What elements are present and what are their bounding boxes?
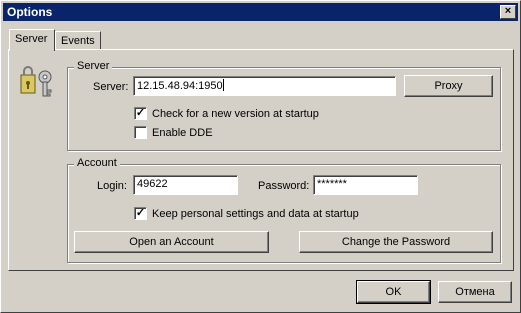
ok-button[interactable]: OK xyxy=(356,280,431,304)
server-address-value: 12.15.48.94:1950 xyxy=(137,80,223,92)
cancel-button[interactable]: Отмена xyxy=(438,281,512,303)
options-dialog: Options × Server Events Server Server: 1… xyxy=(0,0,521,313)
password-label: Password: xyxy=(258,180,310,192)
server-address-input[interactable]: 12.15.48.94:1950 xyxy=(133,76,396,96)
change-password-button[interactable]: Change the Password xyxy=(299,231,493,253)
open-account-button[interactable]: Open an Account xyxy=(74,231,269,253)
title-bar: Options × xyxy=(3,3,518,21)
login-input[interactable]: 49622 xyxy=(133,175,238,195)
lock-key-icon xyxy=(20,66,52,97)
enable-dde-checkbox[interactable] xyxy=(134,126,147,139)
close-icon: × xyxy=(504,5,512,17)
login-label: Login: xyxy=(97,180,127,192)
server-field-label: Server: xyxy=(93,81,129,93)
server-group-label: Server xyxy=(74,60,113,72)
check-version-label[interactable]: Check for a new version at startup xyxy=(152,108,319,120)
check-version-checkbox[interactable]: ✓ xyxy=(134,107,147,120)
window-title: Options xyxy=(7,5,53,19)
account-group-label: Account xyxy=(74,157,120,169)
keep-settings-label[interactable]: Keep personal settings and data at start… xyxy=(152,208,359,220)
check-mark-icon: ✓ xyxy=(135,207,146,219)
proxy-button[interactable]: Proxy xyxy=(404,75,493,97)
tab-server[interactable]: Server xyxy=(9,29,55,51)
keep-settings-checkbox[interactable]: ✓ xyxy=(134,207,147,220)
tab-events[interactable]: Events xyxy=(55,31,101,50)
text-cursor xyxy=(222,79,224,91)
close-button[interactable]: × xyxy=(500,5,516,19)
enable-dde-label[interactable]: Enable DDE xyxy=(152,127,213,139)
password-input[interactable]: ******* xyxy=(313,175,418,195)
check-mark-icon: ✓ xyxy=(135,107,146,119)
